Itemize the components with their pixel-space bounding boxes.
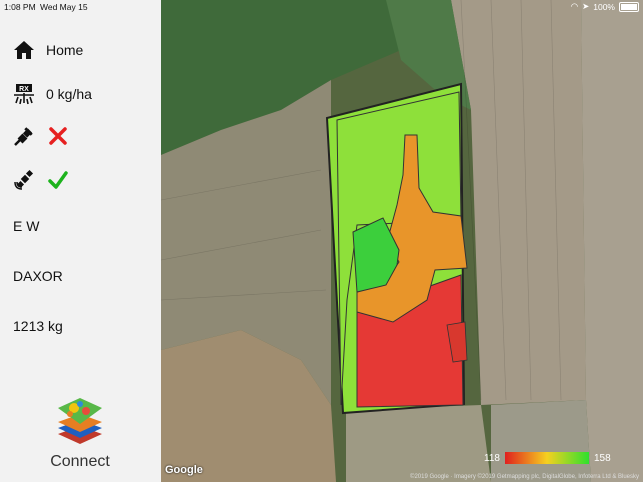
- home-label: Home: [46, 42, 84, 58]
- layers-icon: [58, 398, 102, 444]
- legend-gradient: [504, 452, 589, 464]
- info-text-3: 1213 kg: [13, 318, 63, 334]
- legend-max: 158: [593, 452, 611, 464]
- info-text-1: E W: [13, 218, 40, 234]
- connect-logo[interactable]: Connect: [40, 394, 120, 471]
- plug-icon: [12, 124, 36, 148]
- status-bar: 1:08 PM Wed May 15 ◠ ➤ 100%: [0, 0, 643, 14]
- battery-icon: [619, 1, 639, 12]
- status-date: Wed May 15: [40, 2, 88, 12]
- rate-legend: 118 158: [484, 452, 611, 464]
- gps-status[interactable]: [12, 168, 70, 192]
- location-icon: ➤: [582, 1, 590, 11]
- satellite-icon: [12, 168, 36, 192]
- battery-percent: 100%: [593, 1, 615, 12]
- check-icon: [46, 168, 70, 192]
- google-logo: Google: [165, 464, 203, 476]
- rx-icon: RX: [12, 82, 36, 106]
- home-icon: [12, 38, 36, 62]
- map-attribution: ©2019 Google · Imagery ©2019 Getmapping …: [410, 474, 639, 480]
- cross-icon: [46, 124, 70, 148]
- connect-label: Connect: [50, 453, 110, 470]
- status-time: 1:08 PM: [4, 2, 36, 12]
- sidebar: Home RX 0 kg/ha E W DAXOR 1213 kg Connec…: [0, 0, 161, 482]
- map-view[interactable]: [161, 0, 643, 482]
- rx-badge-text: RX: [19, 86, 29, 93]
- connection-status[interactable]: [12, 124, 70, 148]
- rate-label: 0 kg/ha: [46, 86, 92, 102]
- rate-display[interactable]: RX 0 kg/ha: [12, 82, 92, 106]
- legend-min: 118: [484, 452, 500, 464]
- home-button[interactable]: Home: [12, 38, 83, 62]
- wifi-icon: ◠: [570, 1, 579, 11]
- satellite-map: [161, 0, 643, 482]
- info-text-2: DAXOR: [13, 268, 63, 284]
- status-right: ◠ ➤ 100%: [571, 1, 639, 12]
